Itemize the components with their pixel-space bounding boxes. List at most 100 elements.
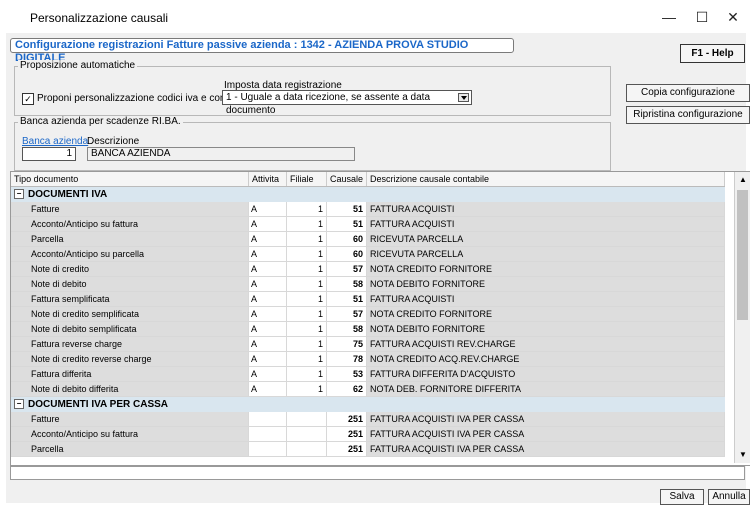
cell-attivita[interactable]: A [249, 367, 287, 382]
cell-attivita[interactable]: A [249, 232, 287, 247]
cell-attivita[interactable]: A [249, 247, 287, 262]
table-row[interactable]: Note di credito semplificata A 1 57 NOTA CRE… [11, 307, 725, 322]
section-row[interactable]: − DOCUMENTI IVA PER CASSA [11, 397, 725, 412]
cell-filiale[interactable]: 1 [287, 352, 327, 367]
cell-attivita[interactable]: A [249, 292, 287, 307]
cell-descrizione[interactable]: FATTURA ACQUISTI REV.CHARGE [367, 337, 725, 352]
cell-causale[interactable]: 57 [327, 262, 367, 277]
cell-descrizione[interactable]: FATTURA ACQUISTI IVA PER CASSA [367, 427, 725, 442]
table-row[interactable]: Fattura reverse charge A 1 75 FATTURA ACQUIS… [11, 337, 725, 352]
table-row[interactable]: Parcella 251 FATTURA ACQUISTI IVA PER CASS… [11, 442, 725, 457]
table-row[interactable]: Note di debito semplificata A 1 58 NOTA DEBI… [11, 322, 725, 337]
cell-descrizione[interactable]: NOTA CREDITO ACQ.REV.CHARGE [367, 352, 725, 367]
cell-attivita[interactable]: A [249, 277, 287, 292]
scroll-thumb[interactable] [737, 190, 748, 320]
cell-filiale[interactable]: 1 [287, 382, 327, 397]
cell-causale[interactable]: 251 [327, 412, 367, 427]
cell-causale[interactable]: 51 [327, 217, 367, 232]
cell-descrizione[interactable]: FATTURA ACQUISTI IVA PER CASSA [367, 412, 725, 427]
cell-filiale[interactable]: 1 [287, 367, 327, 382]
cell-tipo[interactable]: Note di credito semplificata [11, 307, 249, 322]
cell-descrizione[interactable]: RICEVUTA PARCELLA [367, 247, 725, 262]
cell-filiale[interactable]: 1 [287, 232, 327, 247]
cell-attivita[interactable] [249, 427, 287, 442]
cell-tipo[interactable]: Fattura differita [11, 367, 249, 382]
col-filiale[interactable]: Filiale [287, 172, 327, 186]
cell-descrizione[interactable]: NOTA DEBITO FORNITORE [367, 277, 725, 292]
cell-tipo[interactable]: Acconto/Anticipo su parcella [11, 247, 249, 262]
save-button[interactable]: Salva [660, 489, 704, 505]
cell-descrizione[interactable]: NOTA DEB. FORNITORE DIFFERITA [367, 382, 725, 397]
cancel-button[interactable]: Annulla [708, 489, 750, 505]
cell-causale[interactable]: 75 [327, 337, 367, 352]
cell-attivita[interactable]: A [249, 217, 287, 232]
table-row[interactable]: Acconto/Anticipo su parcella A 1 60 RICEVUTA… [11, 247, 725, 262]
cell-attivita[interactable]: A [249, 262, 287, 277]
cell-attivita[interactable]: A [249, 202, 287, 217]
cell-causale[interactable]: 51 [327, 202, 367, 217]
restore-config-button[interactable]: Ripristina configurazione [626, 106, 750, 124]
cell-attivita[interactable]: A [249, 382, 287, 397]
vertical-scrollbar[interactable]: ▲ ▼ [734, 172, 750, 463]
cell-attivita[interactable]: A [249, 352, 287, 367]
causali-grid[interactable]: Tipo documento Attivita Filiale Causale … [10, 171, 750, 466]
cell-descrizione[interactable]: FATTURA ACQUISTI [367, 292, 725, 307]
cell-filiale[interactable]: 1 [287, 292, 327, 307]
table-row[interactable]: Acconto/Anticipo su fattura A 1 51 FATTURA A… [11, 217, 725, 232]
cell-tipo[interactable]: Note di debito differita [11, 382, 249, 397]
cell-causale[interactable]: 62 [327, 382, 367, 397]
propose-checkbox[interactable]: ✓ [22, 93, 34, 105]
bank-code-link[interactable]: Banca azienda [22, 136, 88, 147]
cell-descrizione[interactable]: RICEVUTA PARCELLA [367, 232, 725, 247]
cell-filiale[interactable] [287, 427, 327, 442]
copy-config-button[interactable]: Copia configurazione [626, 84, 750, 102]
cell-descrizione[interactable]: NOTA DEBITO FORNITORE [367, 322, 725, 337]
table-row[interactable]: Parcella A 1 60 RICEVUTA PARCELLA [11, 232, 725, 247]
col-descrizione[interactable]: Descrizione causale contabile [367, 172, 725, 186]
cell-tipo[interactable]: Acconto/Anticipo su fattura [11, 427, 249, 442]
cell-descrizione[interactable]: FATTURA DIFFERITA D'ACQUISTO [367, 367, 725, 382]
cell-tipo[interactable]: Acconto/Anticipo su fattura [11, 217, 249, 232]
cell-causale[interactable]: 58 [327, 277, 367, 292]
cell-filiale[interactable] [287, 412, 327, 427]
table-row[interactable]: Acconto/Anticipo su fattura 251 FATTURA AC… [11, 427, 725, 442]
minimize-button[interactable]: — [654, 6, 684, 28]
cell-tipo[interactable]: Fattura semplificata [11, 292, 249, 307]
date-select[interactable]: 1 - Uguale a data ricezione, se assente … [222, 90, 472, 116]
bank-code-field[interactable]: 1 [22, 147, 76, 161]
cell-attivita[interactable] [249, 442, 287, 457]
cell-filiale[interactable]: 1 [287, 307, 327, 322]
cell-attivita[interactable]: A [249, 337, 287, 352]
cell-tipo[interactable]: Parcella [11, 442, 249, 457]
cell-descrizione[interactable]: NOTA CREDITO FORNITORE [367, 262, 725, 277]
cell-filiale[interactable]: 1 [287, 322, 327, 337]
cell-descrizione[interactable]: NOTA CREDITO FORNITORE [367, 307, 725, 322]
cell-descrizione[interactable]: FATTURA ACQUISTI [367, 202, 725, 217]
table-row[interactable]: Fattura semplificata A 1 51 FATTURA ACQUISTI [11, 292, 725, 307]
cell-tipo[interactable]: Parcella [11, 232, 249, 247]
cell-tipo[interactable]: Fatture [11, 202, 249, 217]
cell-causale[interactable]: 78 [327, 352, 367, 367]
cell-attivita[interactable]: A [249, 322, 287, 337]
cell-tipo[interactable]: Note di debito semplificata [11, 322, 249, 337]
help-button[interactable]: F1 - Help [680, 44, 745, 63]
cell-tipo[interactable]: Fatture [11, 412, 249, 427]
section-row[interactable]: − DOCUMENTI IVA [11, 187, 725, 202]
cell-causale[interactable]: 51 [327, 292, 367, 307]
cell-filiale[interactable]: 1 [287, 337, 327, 352]
cell-descrizione[interactable]: FATTURA ACQUISTI IVA PER CASSA [367, 442, 725, 457]
collapse-icon[interactable]: − [14, 189, 24, 200]
scroll-up-icon[interactable]: ▲ [735, 172, 750, 188]
table-row[interactable]: Fattura differita A 1 53 FATTURA DIFFERITA D… [11, 367, 725, 382]
table-row[interactable]: Note di credito reverse charge A 1 78 NOTA C… [11, 352, 725, 367]
cell-filiale[interactable]: 1 [287, 217, 327, 232]
cell-causale[interactable]: 58 [327, 322, 367, 337]
cell-causale[interactable]: 251 [327, 442, 367, 457]
maximize-button[interactable]: ☐ [687, 6, 717, 28]
col-tipo[interactable]: Tipo documento [11, 172, 249, 186]
cell-tipo[interactable]: Note di debito [11, 277, 249, 292]
table-row[interactable]: Note di debito A 1 58 NOTA DEBITO FORNITORE [11, 277, 725, 292]
cell-attivita[interactable]: A [249, 307, 287, 322]
table-row[interactable]: Fatture A 1 51 FATTURA ACQUISTI [11, 202, 725, 217]
close-button[interactable]: ✕ [718, 6, 748, 28]
